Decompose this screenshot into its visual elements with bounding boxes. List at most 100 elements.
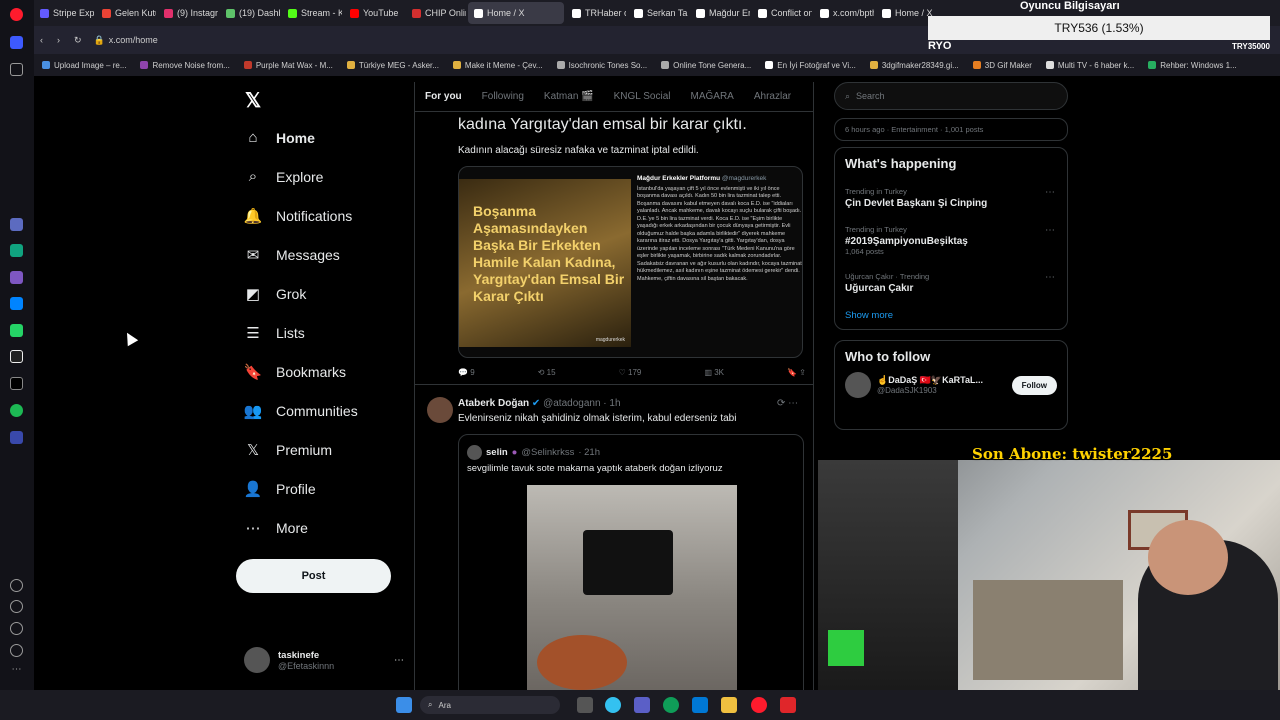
browser-tab[interactable]: TRHaber on xyxy=(566,2,626,24)
search-input[interactable]: ⌕ Search xyxy=(834,82,1068,110)
browser-tab[interactable]: Stripe Express xyxy=(34,2,94,24)
author-name[interactable]: Ataberk Doğan xyxy=(458,398,529,409)
explorer-icon[interactable] xyxy=(721,697,737,713)
opera-icon[interactable] xyxy=(751,697,767,713)
browser-tab[interactable]: YouTube xyxy=(344,2,404,24)
avatar[interactable] xyxy=(845,372,871,398)
browser-tab[interactable]: x.com/bptha xyxy=(814,2,874,24)
app-icon[interactable] xyxy=(10,271,23,284)
trend-item[interactable]: Trending in Turkey Çin Devlet Başkanı Şi … xyxy=(835,179,1067,217)
avatar[interactable] xyxy=(427,397,453,423)
bookmark-share[interactable]: 🔖 ⇪ xyxy=(787,368,806,377)
retweet-button[interactable]: ⟲ 15 xyxy=(538,368,556,377)
nav-item-grok[interactable]: ◩ Grok xyxy=(232,274,412,313)
bookmark-item[interactable]: 3D Gif Maker xyxy=(972,61,1032,70)
taskbar-search[interactable]: ⌕ Ara xyxy=(420,696,560,714)
quote-tweet[interactable]: selin ● @Selinkrkss · 21h sevgilimle tav… xyxy=(458,434,804,690)
chatgpt-icon[interactable] xyxy=(10,244,23,257)
store-icon[interactable] xyxy=(692,697,708,713)
edge-icon[interactable] xyxy=(663,697,679,713)
copilot-icon[interactable] xyxy=(605,697,621,713)
messenger-icon[interactable] xyxy=(10,297,23,310)
bookmark-item[interactable]: Make it Meme - Çev... xyxy=(452,61,543,70)
reload-icon[interactable]: ↻ xyxy=(74,35,82,46)
like-button[interactable]: ♡ 179 xyxy=(619,368,642,377)
url-field[interactable]: x.com/home xyxy=(109,35,158,45)
workspace-icon[interactable] xyxy=(10,36,23,49)
more-icon[interactable]: ⋯ xyxy=(1045,187,1055,198)
reply-button[interactable]: 💬 9 xyxy=(458,368,475,377)
x-icon[interactable] xyxy=(10,377,23,390)
feed-tab[interactable]: Following xyxy=(472,91,534,102)
settings-icon[interactable] xyxy=(10,622,23,635)
bookmark-item[interactable]: Rehber: Windows 1... xyxy=(1148,61,1237,70)
more-icon[interactable]: ⋯ xyxy=(1045,272,1055,283)
bulb-icon[interactable] xyxy=(10,644,23,657)
x-logo-icon[interactable]: 𝕏 xyxy=(245,88,261,113)
browser-tab[interactable]: Home / X xyxy=(468,2,564,24)
browser-tab[interactable]: (9) Instagram xyxy=(158,2,218,24)
browser-tab[interactable]: Stream - Kick xyxy=(282,2,342,24)
tweet-image-card[interactable]: Boşanma Aşamasındayken Başka Bir Erkekte… xyxy=(458,166,803,358)
history-icon[interactable] xyxy=(10,600,23,613)
feed-tab[interactable]: MAĞARA xyxy=(681,91,744,102)
more-icon[interactable]: ⋯ xyxy=(394,655,404,666)
trend-item[interactable]: Trending in Turkey #2019ŞampiyonuBeşiktaş… xyxy=(835,217,1067,264)
quote-photo[interactable] xyxy=(527,485,737,690)
nav-item-home[interactable]: ⌂ Home xyxy=(232,118,412,157)
spotify-icon[interactable] xyxy=(10,404,23,417)
nav-item-bookmarks[interactable]: 🔖 Bookmarks xyxy=(232,352,412,391)
aria-icon[interactable] xyxy=(10,218,23,231)
browser-tab[interactable]: Gelen Kutusu xyxy=(96,2,156,24)
player-icon[interactable] xyxy=(10,431,23,444)
browser-tab[interactable]: Conflict on xyxy=(752,2,812,24)
whatsapp-icon[interactable] xyxy=(10,324,23,337)
feed-tab[interactable]: For you xyxy=(415,91,472,102)
bookmark-item[interactable]: En İyi Fotoğraf ve Vi... xyxy=(765,61,856,70)
bookmark-item[interactable]: 3dgifmaker28349.gi... xyxy=(869,61,959,70)
nav-item-messages[interactable]: ✉ Messages xyxy=(232,235,412,274)
pin-icon[interactable] xyxy=(10,63,23,76)
bookmark-item[interactable]: Türkiye MEG - Asker... xyxy=(346,61,439,70)
teams-icon[interactable] xyxy=(634,697,650,713)
account-switcher[interactable]: taskinefe @Efetaskinnn ⋯ xyxy=(244,644,404,676)
bookmark-item[interactable]: Purple Mat Wax - M... xyxy=(243,61,333,70)
show-more-link[interactable]: Show more xyxy=(835,302,1067,329)
app-icon[interactable] xyxy=(780,697,796,713)
windows-start-icon[interactable] xyxy=(396,697,412,713)
tiktok-icon[interactable] xyxy=(10,350,23,363)
feed-tab[interactable]: Ahrazlar xyxy=(744,91,801,102)
more-icon[interactable]: ⋯ xyxy=(10,665,23,678)
tweet-more-icon[interactable]: ⟳ ⋯ xyxy=(777,398,798,409)
nav-item-profile[interactable]: 👤 Profile xyxy=(232,469,412,508)
follow-button[interactable]: Follow xyxy=(1011,375,1057,395)
heart-icon[interactable] xyxy=(10,579,23,592)
nav-item-notifications[interactable]: 🔔 Notifications xyxy=(232,196,412,235)
nav-item-communities[interactable]: 👥 Communities xyxy=(232,391,412,430)
bookmark-item[interactable]: Remove Noise from... xyxy=(140,61,230,70)
nav-item-explore[interactable]: ⌕ Explore xyxy=(232,157,412,196)
bookmark-item[interactable]: Upload Image – re... xyxy=(42,61,126,70)
bookmark-item[interactable]: Online Tone Genera... xyxy=(661,61,751,70)
bookmark-item[interactable]: Multi TV - 6 haber k... xyxy=(1045,61,1134,70)
trend-name: Uğurcan Çakır xyxy=(845,283,914,294)
opera-logo-icon[interactable] xyxy=(10,8,23,21)
post-button[interactable]: Post xyxy=(236,559,391,593)
more-icon[interactable]: ⋯ xyxy=(1045,225,1055,236)
browser-tab[interactable]: Home / X xyxy=(876,2,936,24)
back-icon[interactable]: ‹ xyxy=(40,35,43,45)
bookmark-item[interactable]: Isochronic Tones So... xyxy=(556,61,647,70)
browser-tab[interactable]: Mağdur Erke xyxy=(690,2,750,24)
trend-item[interactable]: Uğurcan Çakır · Trending Uğurcan Çakır ⋯ xyxy=(835,264,1067,302)
feed-tab[interactable]: KNGL Social xyxy=(604,91,681,102)
taskview-icon[interactable] xyxy=(577,697,593,713)
browser-tab[interactable]: (19) Dashboa xyxy=(220,2,280,24)
forward-icon[interactable]: › xyxy=(57,35,60,45)
views-button[interactable]: ▥ 3K xyxy=(704,368,724,377)
nav-item-lists[interactable]: ☰ Lists xyxy=(232,313,412,352)
feed-tab[interactable]: Katman 🎬 xyxy=(534,91,604,102)
nav-item-more[interactable]: ⋯ More xyxy=(232,508,412,547)
browser-tab[interactable]: Serkan Ta xyxy=(628,2,688,24)
browser-tab[interactable]: CHIP Online xyxy=(406,2,466,24)
nav-item-premium[interactable]: 𝕏 Premium xyxy=(232,430,412,469)
